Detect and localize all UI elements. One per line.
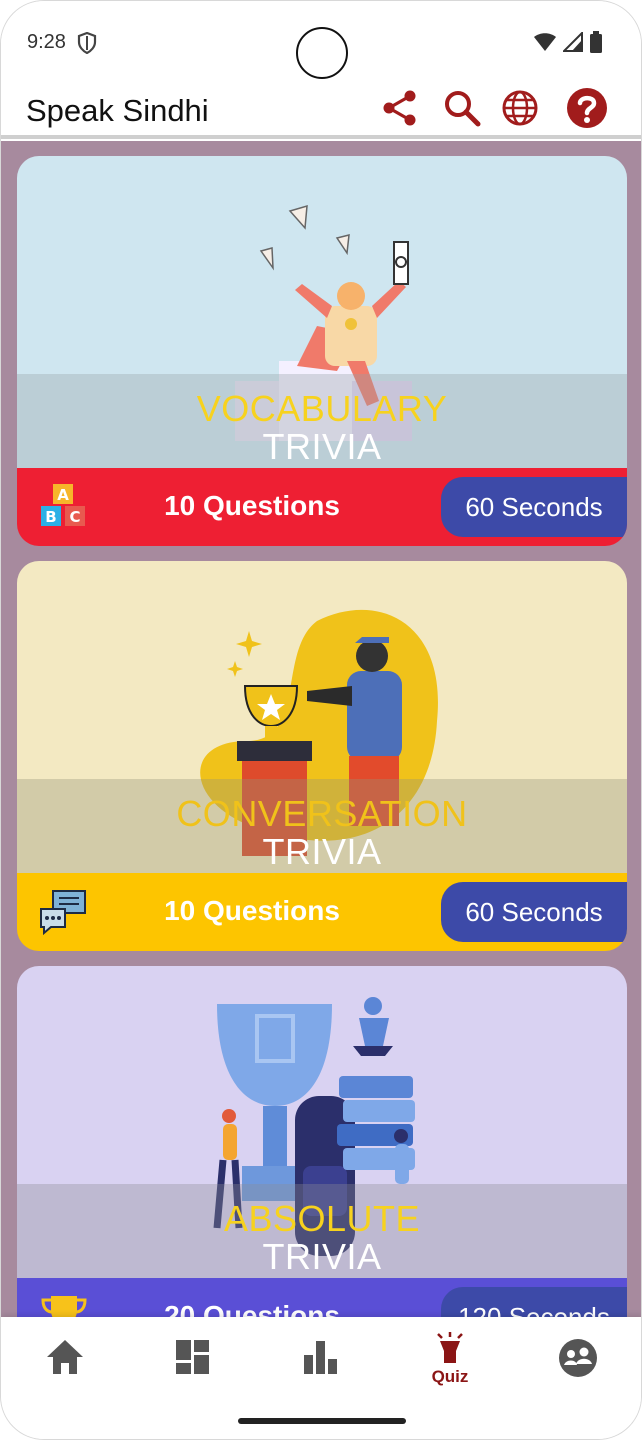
time-limit-pill: 60 Seconds bbox=[441, 882, 627, 942]
quiz-card-vocabulary[interactable]: VOCABULARY TRIVIA A B C 10 Questions 60 … bbox=[17, 156, 627, 546]
home-icon bbox=[47, 1340, 83, 1374]
svg-text:A: A bbox=[57, 486, 69, 504]
time-limit-pill: 60 Seconds bbox=[441, 477, 627, 537]
app-title: Speak Sindhi bbox=[26, 93, 209, 128]
home-indicator bbox=[238, 1418, 406, 1424]
trophy-icon bbox=[41, 1296, 87, 1317]
quiz-icon bbox=[437, 1332, 463, 1363]
question-count: 20 Questions bbox=[164, 1300, 340, 1317]
community-icon bbox=[559, 1339, 597, 1377]
status-time: 9:28 bbox=[27, 31, 66, 53]
search-icon bbox=[445, 91, 481, 127]
signal-icon bbox=[563, 32, 583, 52]
time-limit-pill: 120 Seconds bbox=[441, 1287, 627, 1317]
wifi-icon bbox=[534, 33, 556, 51]
quiz-card-conversation[interactable]: CONVERSATION TRIVIA 10 Questions 60 Seco… bbox=[17, 561, 627, 951]
card-title-line2: TRIVIA bbox=[262, 426, 382, 467]
card-footer: 10 Questions 60 Seconds bbox=[17, 873, 627, 951]
shield-icon bbox=[77, 32, 97, 54]
help-button[interactable] bbox=[566, 87, 608, 129]
globe-icon bbox=[502, 90, 538, 126]
front-camera bbox=[296, 27, 348, 79]
battery-icon bbox=[590, 31, 602, 53]
card-title-line1: VOCABULARY bbox=[196, 388, 448, 429]
quiz-list: VOCABULARY TRIVIA A B C 10 Questions 60 … bbox=[1, 141, 641, 1317]
nav-item-dashboard[interactable] bbox=[153, 1337, 233, 1397]
dashboard-icon bbox=[176, 1340, 209, 1374]
card-title-line1: CONVERSATION bbox=[176, 793, 468, 834]
app-bar: Speak Sindhi bbox=[1, 85, 641, 139]
question-count: 10 Questions bbox=[164, 895, 340, 926]
svg-text:C: C bbox=[69, 508, 80, 526]
card-title-line2: TRIVIA bbox=[262, 831, 382, 872]
help-icon bbox=[567, 88, 607, 128]
nav-item-home[interactable] bbox=[25, 1337, 105, 1397]
share-icon bbox=[383, 90, 416, 126]
status-bar: 9:28 bbox=[1, 1, 641, 85]
share-button[interactable] bbox=[379, 87, 421, 129]
card-title-line1: ABSOLUTE bbox=[223, 1198, 421, 1239]
svg-text:B: B bbox=[45, 508, 56, 526]
card-footer: A B C 10 Questions 60 Seconds bbox=[17, 468, 627, 546]
search-button[interactable] bbox=[441, 87, 483, 129]
quiz-card-absolute[interactable]: ABSOLUTE TRIVIA 20 Questions 120 Seconds bbox=[17, 966, 627, 1317]
chat-bubbles-icon bbox=[40, 890, 86, 936]
nav-item-stats[interactable] bbox=[281, 1337, 361, 1397]
status-indicators bbox=[533, 31, 603, 53]
abc-blocks-icon: A B C bbox=[41, 484, 85, 526]
bar-chart-icon bbox=[304, 1341, 337, 1374]
language-button[interactable] bbox=[499, 87, 541, 129]
nav-label-quiz: Quiz bbox=[431, 1367, 469, 1386]
nav-item-community[interactable] bbox=[538, 1337, 618, 1397]
card-footer: 20 Questions 120 Seconds bbox=[17, 1278, 627, 1317]
question-count: 10 Questions bbox=[164, 490, 340, 521]
phone-screen: 9:28 Speak Sindhi VOCABULARY TRIVIA A B … bbox=[0, 0, 642, 1440]
card-title-line2: TRIVIA bbox=[262, 1236, 382, 1277]
nav-item-quiz[interactable]: Quiz bbox=[410, 1331, 490, 1391]
